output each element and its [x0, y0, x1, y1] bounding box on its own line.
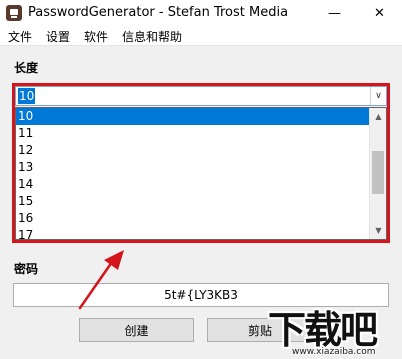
list-item[interactable]: 10	[16, 108, 371, 125]
menu-software[interactable]: 软件	[84, 28, 108, 45]
length-combobox-value: 10	[18, 88, 36, 104]
watermark-url: www.xiazaiba.com	[292, 347, 376, 357]
scroll-down-icon[interactable]: ▼	[370, 222, 386, 239]
create-button[interactable]: 创建	[79, 318, 194, 342]
close-button[interactable]: ✕	[357, 0, 402, 26]
list-item[interactable]: 13	[16, 159, 371, 176]
list-item[interactable]: 11	[16, 125, 371, 142]
app-icon	[6, 5, 22, 21]
window-title: PasswordGenerator - Stefan Trost Media	[28, 5, 289, 20]
list-item[interactable]: 15	[16, 193, 371, 210]
password-label: 密码	[14, 262, 39, 276]
list-item[interactable]: 14	[16, 176, 371, 193]
menu-settings[interactable]: 设置	[46, 28, 70, 45]
menu-info-help[interactable]: 信息和帮助	[122, 28, 182, 45]
watermark-logo: 下载吧	[268, 308, 378, 352]
watermark: 下载吧 www.xiazaiba.com	[268, 299, 402, 359]
menu-file[interactable]: 文件	[8, 28, 32, 45]
scrollbar-thumb[interactable]	[372, 151, 384, 194]
menu-bar: 文件 设置 软件 信息和帮助	[0, 26, 402, 46]
scroll-up-icon[interactable]: ▲	[370, 108, 386, 125]
length-label: 长度	[14, 61, 39, 75]
minimize-button[interactable]: —	[312, 0, 357, 26]
list-item[interactable]: 12	[16, 142, 371, 159]
length-dropdown-list: 10 11 12 13 14 15 16 17 ▲ ▼	[15, 107, 387, 240]
title-bar: PasswordGenerator - Stefan Trost Media —…	[0, 0, 402, 26]
scrollbar[interactable]: ▲ ▼	[369, 108, 386, 239]
length-combobox[interactable]: 10 ∨	[15, 86, 387, 106]
list-item[interactable]: 17	[16, 227, 371, 239]
list-item[interactable]: 16	[16, 210, 371, 227]
chevron-down-icon[interactable]: ∨	[370, 87, 386, 105]
